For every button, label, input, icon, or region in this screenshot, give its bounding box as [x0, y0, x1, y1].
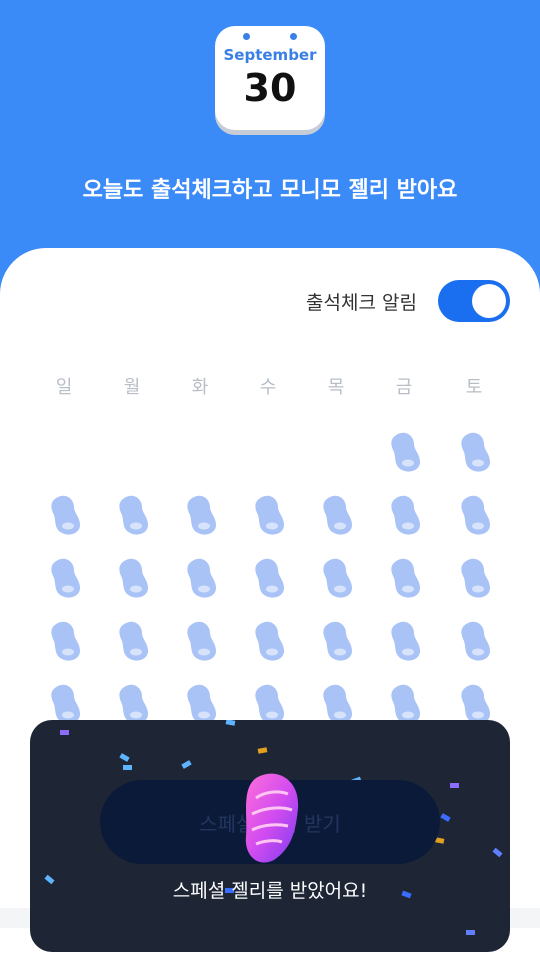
weekday-label: 화	[191, 377, 209, 398]
confetti-piece	[119, 753, 130, 762]
jelly-icon	[386, 556, 426, 600]
confetti-piece	[60, 730, 69, 735]
confetti-piece	[257, 747, 268, 754]
weekday-label: 목	[327, 377, 345, 398]
jelly-icon	[182, 556, 222, 600]
jelly-icon	[182, 493, 222, 537]
weekday-label: 토	[465, 377, 483, 398]
jelly-icon	[456, 430, 496, 474]
confetti-piece	[440, 813, 451, 822]
jelly-icon	[250, 556, 290, 600]
jelly-icon	[318, 619, 358, 663]
jelly-icon	[46, 493, 86, 537]
weekday-label: 수	[259, 377, 277, 398]
alarm-label: 출석체크 알림	[306, 292, 417, 314]
jelly-icon	[456, 493, 496, 537]
toggle-knob	[472, 284, 506, 318]
reward-overlay: 스페셜 젤리 받기 스페셜 젤리를 받았어요!	[30, 720, 510, 952]
jelly-icon	[250, 619, 290, 663]
jelly-icon	[114, 493, 154, 537]
jelly-icon	[318, 556, 358, 600]
confetti-piece	[123, 765, 132, 770]
special-jelly-icon	[245, 773, 299, 863]
jelly-icon	[456, 556, 496, 600]
calendar-day: 30	[243, 66, 297, 110]
headline: 오늘도 출석체크하고 모니모 젤리 받아요	[82, 178, 458, 203]
confetti-piece	[450, 783, 459, 788]
calendar-ring-right	[290, 33, 297, 40]
confetti-piece	[466, 930, 475, 935]
toast-message: 스페셜 젤리를 받았어요!	[172, 880, 368, 902]
weekday-label: 금	[395, 377, 413, 398]
jelly-icon	[318, 493, 358, 537]
jelly-icon	[250, 493, 290, 537]
calendar-ring-left	[243, 33, 250, 40]
jelly-icon	[114, 619, 154, 663]
confetti-piece	[181, 760, 192, 769]
jelly-icon	[46, 619, 86, 663]
weekday-label: 일	[55, 377, 73, 398]
jelly-icon	[456, 619, 496, 663]
alarm-toggle[interactable]	[438, 280, 510, 322]
jelly-icon	[386, 619, 426, 663]
confetti-piece	[225, 720, 236, 726]
confetti-piece	[492, 847, 503, 858]
calendar-month: September	[223, 46, 317, 64]
jelly-icon	[46, 556, 86, 600]
calendar-icon: September 30	[215, 26, 325, 130]
jelly-icon	[386, 430, 426, 474]
weekday-label: 월	[123, 377, 141, 398]
jelly-icon	[182, 619, 222, 663]
jelly-icon	[386, 493, 426, 537]
jelly-icon	[114, 556, 154, 600]
